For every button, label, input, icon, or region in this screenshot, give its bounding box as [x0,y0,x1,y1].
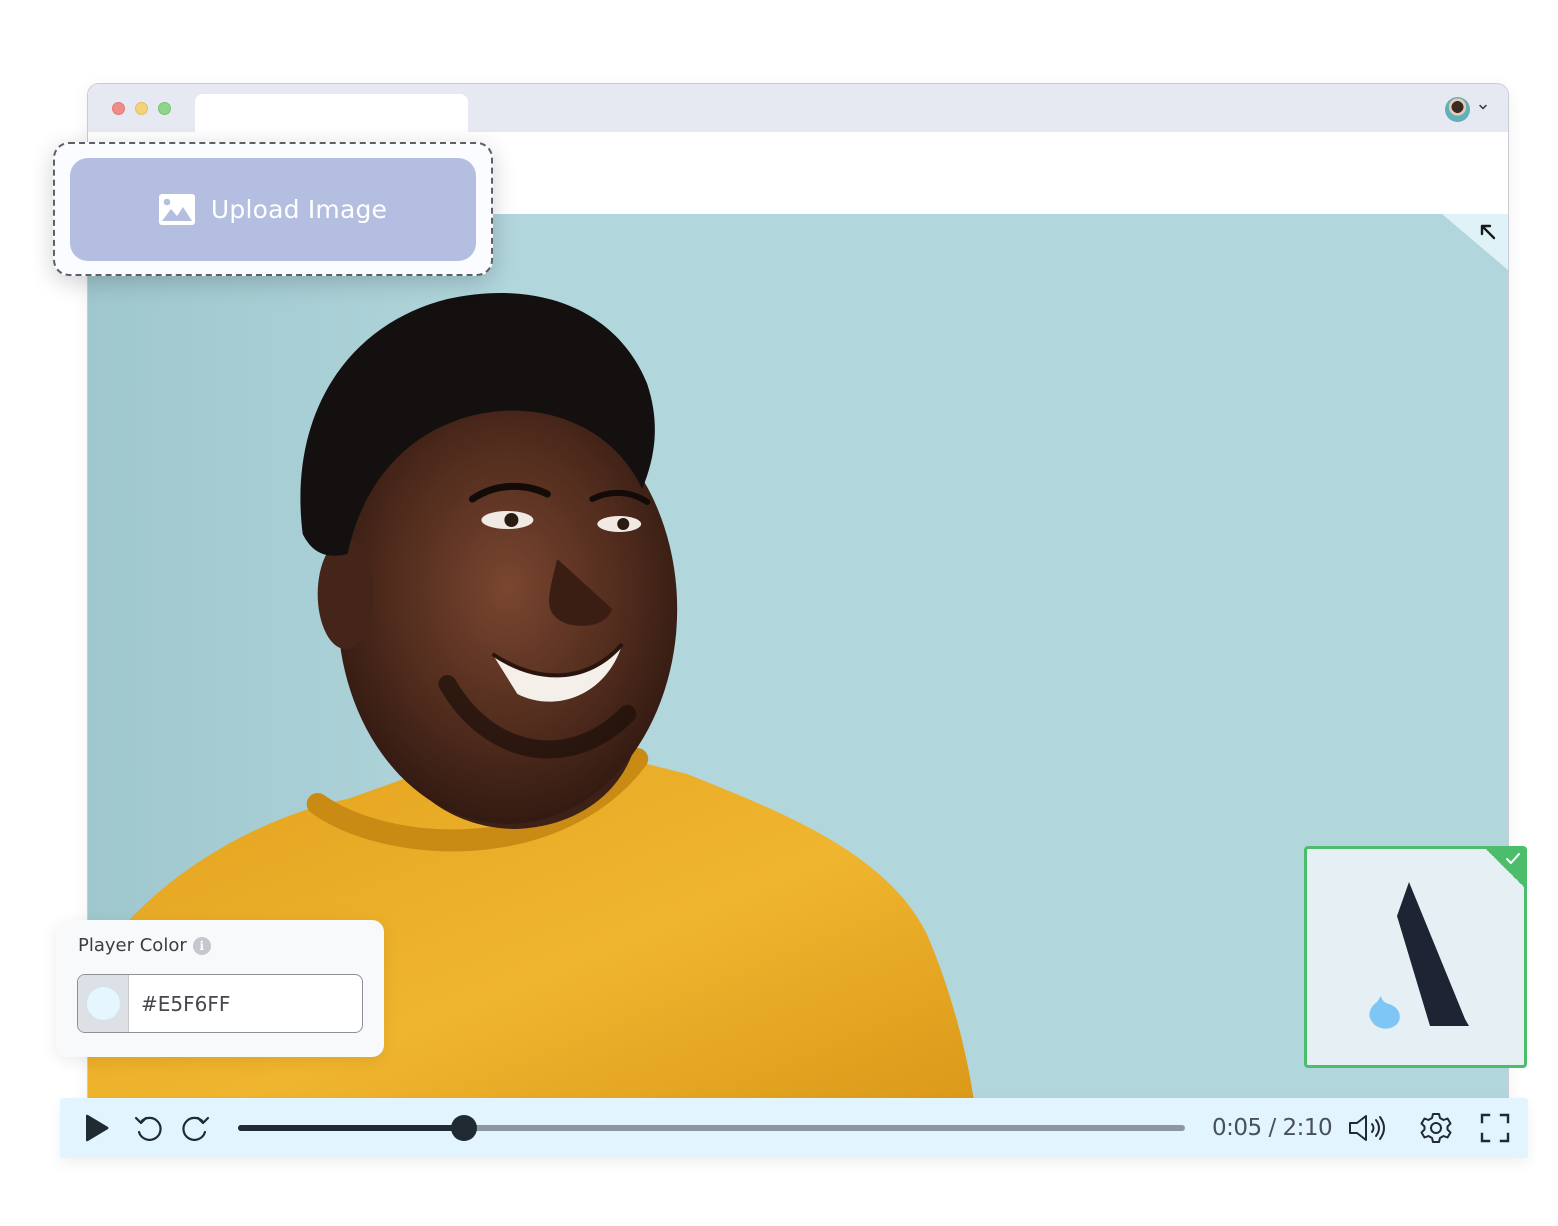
close-window-button[interactable] [112,102,125,115]
chevron-down-icon[interactable] [1478,102,1488,112]
gear-icon [1420,1113,1452,1143]
color-swatch [85,986,121,1021]
progress-fill [238,1125,465,1131]
brand-logo [1369,882,1469,1029]
progress-bar[interactable] [238,1115,1185,1141]
check-icon [1506,853,1520,864]
volume-button[interactable] [1346,1098,1392,1158]
browser-tab[interactable] [195,94,468,134]
player-color-field[interactable] [77,974,363,1033]
upload-image-dropzone[interactable]: Upload Image [53,142,493,276]
forward-button[interactable] [176,1098,214,1158]
time-display: 0:05 / 2:10 [1212,1115,1333,1141]
color-swatch-button[interactable] [78,975,129,1032]
upload-image-label: Upload Image [210,195,388,224]
player-control-bar: 0:05 / 2:10 [60,1098,1528,1158]
info-icon[interactable]: i [192,936,211,955]
avatar[interactable] [1445,97,1470,122]
collapse-arrow-icon[interactable] [1478,222,1498,242]
rewind-icon [134,1116,162,1141]
player-color-input[interactable] [141,991,341,1016]
rewind-button[interactable] [130,1098,168,1158]
upload-image-button[interactable]: Upload Image [70,158,476,261]
player-color-heading: Player Color i [78,935,211,956]
image-icon [158,194,195,225]
settings-button[interactable] [1416,1098,1456,1158]
player-color-title: Player Color [78,935,187,956]
logo-card[interactable] [1304,846,1527,1068]
browser-titlebar [88,84,1508,134]
play-icon [86,1114,109,1142]
play-button[interactable] [76,1098,116,1158]
minimize-window-button[interactable] [135,102,148,115]
forward-icon [182,1116,210,1141]
corner-fold [1442,214,1508,270]
player-color-panel: Player Color i [56,920,384,1057]
maximize-window-button[interactable] [158,102,171,115]
volume-icon [1349,1115,1385,1141]
fullscreen-icon [1480,1113,1510,1143]
fullscreen-button[interactable] [1476,1098,1514,1158]
progress-knob[interactable] [451,1115,478,1141]
